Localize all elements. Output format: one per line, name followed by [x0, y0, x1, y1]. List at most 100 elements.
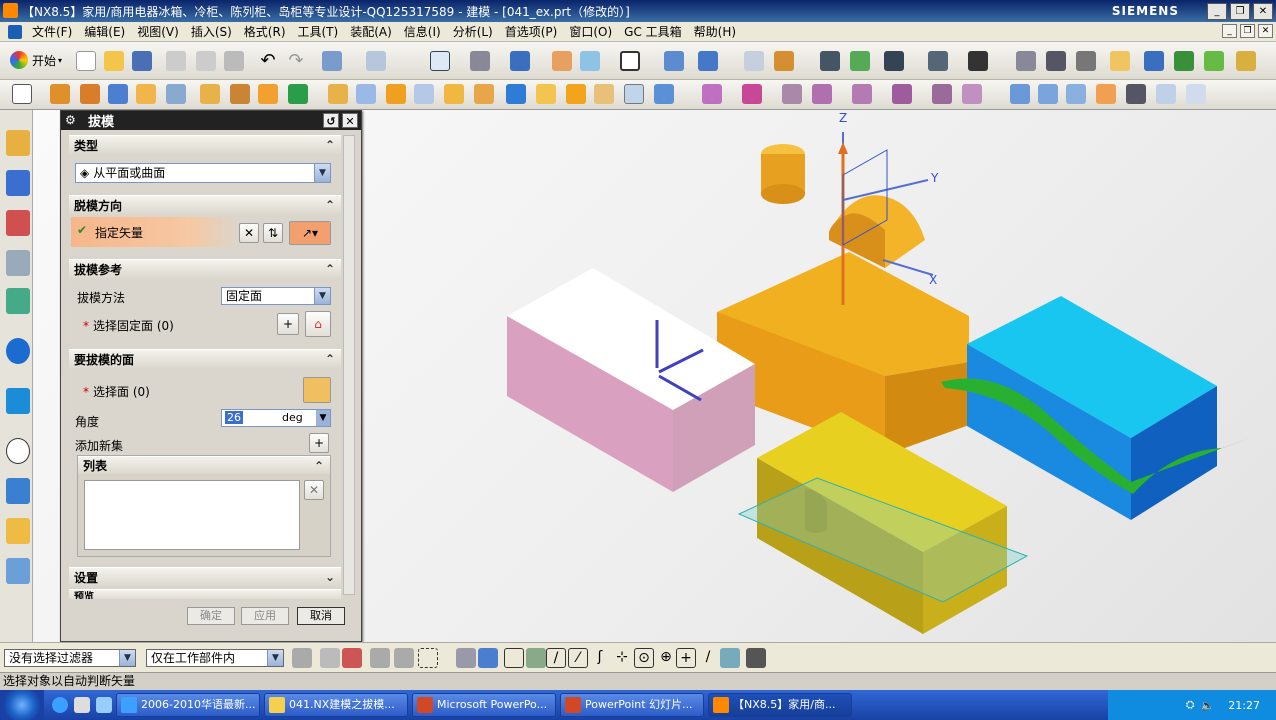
- snap-icon-3[interactable]: [504, 648, 524, 668]
- assembly-navigator-icon[interactable]: [6, 130, 30, 156]
- sphere-icon[interactable]: [166, 84, 186, 104]
- copy-icon[interactable]: [196, 51, 216, 71]
- open-folder-icon[interactable]: [104, 51, 124, 71]
- ok-button[interactable]: 确定: [187, 607, 235, 625]
- cut-icon[interactable]: [166, 51, 186, 71]
- menu-analysis[interactable]: 分析(L): [447, 23, 499, 40]
- block-icon[interactable]: [108, 84, 128, 104]
- select-face[interactable]: * 选择面 (0): [83, 383, 150, 400]
- existing-point-icon[interactable]: +: [676, 648, 696, 668]
- shell-icon[interactable]: [594, 84, 614, 104]
- filter-icon-1[interactable]: [292, 648, 312, 668]
- intersection-icon[interactable]: ⊹: [612, 648, 632, 668]
- background-icon[interactable]: [620, 51, 640, 71]
- gear-icon[interactable]: ⚙: [65, 114, 78, 127]
- doc-minimize-button[interactable]: _: [1222, 24, 1237, 38]
- layer-icon[interactable]: [552, 51, 572, 71]
- snap-icon[interactable]: [820, 51, 840, 71]
- tool-icon-3[interactable]: [1204, 51, 1224, 71]
- menu-help[interactable]: 帮助(H): [688, 23, 742, 40]
- offset-face-icon[interactable]: [474, 84, 494, 104]
- split-body-icon[interactable]: [444, 84, 464, 104]
- wcs-icon[interactable]: [698, 51, 718, 71]
- shaded-cube-icon[interactable]: [510, 51, 530, 71]
- revolve-icon[interactable]: [80, 84, 100, 104]
- dialog-scrollbar[interactable]: [343, 135, 355, 595]
- control-point-icon[interactable]: ʃ: [590, 648, 610, 668]
- redo-icon[interactable]: ↷: [286, 51, 306, 71]
- desktop-icon[interactable]: [74, 697, 90, 713]
- surface-icon-1[interactable]: [1010, 84, 1030, 104]
- subtract-icon[interactable]: [356, 84, 376, 104]
- render-style-icon[interactable]: [322, 51, 342, 71]
- filter-icon-4[interactable]: [370, 648, 390, 668]
- extrude-icon[interactable]: [50, 84, 70, 104]
- dialog-close-button[interactable]: ✕: [342, 113, 358, 128]
- face-cube-icon[interactable]: [303, 377, 331, 403]
- task-item-2[interactable]: 041.NX建模之拔模...: [264, 693, 408, 717]
- face-blend-icon[interactable]: [566, 84, 586, 104]
- draft-method-select[interactable]: 固定面 ▼: [221, 287, 331, 305]
- dimension-icon[interactable]: [968, 51, 988, 71]
- move-object-icon[interactable]: [664, 51, 684, 71]
- history-icon[interactable]: [6, 388, 30, 414]
- resize-icon[interactable]: [892, 84, 912, 104]
- add-set-button[interactable]: +: [309, 433, 329, 453]
- arc-center-icon[interactable]: ⊙: [634, 648, 654, 668]
- apply-button[interactable]: 应用: [241, 607, 289, 625]
- frame-icon[interactable]: [1016, 51, 1036, 71]
- edit-section-icon[interactable]: [580, 51, 600, 71]
- stack-icon[interactable]: [1046, 51, 1066, 71]
- hole-icon[interactable]: [200, 84, 220, 104]
- part-navigator-icon[interactable]: [6, 210, 30, 236]
- list-box[interactable]: [84, 480, 300, 550]
- reset-icon[interactable]: ↺: [323, 113, 339, 128]
- mirror-icon[interactable]: [742, 84, 762, 104]
- direction-section-header[interactable]: 脱模方向 ⌃: [69, 195, 341, 214]
- trim-body-icon[interactable]: [414, 84, 434, 104]
- task-item-4[interactable]: PowerPoint 幻灯片...: [560, 693, 704, 717]
- hd3d-icon[interactable]: [6, 288, 30, 314]
- reverse-direction-button[interactable]: ⇅: [263, 223, 283, 243]
- snap-icon-2[interactable]: [478, 648, 498, 668]
- surface-icon-4[interactable]: [1096, 84, 1116, 104]
- preview-section-header[interactable]: 预览: [69, 589, 341, 599]
- pad-icon[interactable]: [288, 84, 308, 104]
- scope-select[interactable]: 仅在工作部件内 ▼: [146, 649, 284, 667]
- process-studio-icon[interactable]: [6, 518, 30, 544]
- faces-section-header[interactable]: 要拔模的面 ⌃: [69, 349, 341, 368]
- reuse-library-icon[interactable]: [6, 250, 30, 276]
- menu-gc-toolbox[interactable]: GC 工具箱: [618, 23, 688, 40]
- chamfer-icon[interactable]: [536, 84, 556, 104]
- menu-edit[interactable]: 编辑(E): [78, 23, 131, 40]
- unite-icon[interactable]: [328, 84, 348, 104]
- snap-icon-1[interactable]: [456, 648, 476, 668]
- selection-filter-select[interactable]: 没有选择过滤器 ▼: [4, 649, 136, 667]
- menu-preferences[interactable]: 首选项(P): [499, 23, 564, 40]
- clock-icon[interactable]: [6, 438, 30, 464]
- pattern-icon[interactable]: [702, 84, 722, 104]
- olive-block[interactable]: [737, 412, 1029, 634]
- reference-section-header[interactable]: 拔模参考 ⌃: [69, 259, 341, 278]
- ie-icon[interactable]: [52, 697, 68, 713]
- type-section-header[interactable]: 类型 ⌃: [69, 135, 341, 154]
- doc-close-button[interactable]: ✕: [1258, 24, 1273, 38]
- clock[interactable]: 21:27: [1228, 699, 1260, 712]
- surface-icon-3[interactable]: [1066, 84, 1086, 104]
- paste-icon[interactable]: [224, 51, 244, 71]
- box-select-icon[interactable]: [418, 648, 438, 668]
- blue-block[interactable]: [941, 296, 1255, 520]
- note-icon[interactable]: [1110, 51, 1130, 71]
- fixed-face-icon[interactable]: ⌂: [305, 311, 331, 337]
- curve-icon-1[interactable]: [1126, 84, 1146, 104]
- pink-block[interactable]: [507, 268, 755, 492]
- add-plane-icon[interactable]: +: [277, 313, 299, 335]
- task-item-3[interactable]: Microsoft PowerPo...: [412, 693, 556, 717]
- type-select[interactable]: ◈ 从平面或曲面 ▼: [75, 163, 331, 183]
- sketch-icon[interactable]: [12, 84, 32, 104]
- explorer-icon[interactable]: [96, 697, 112, 713]
- point-on-curve-icon[interactable]: /: [698, 648, 718, 668]
- system-materials-icon[interactable]: [6, 478, 30, 504]
- select-fixed-face[interactable]: * 选择固定面 (0): [83, 317, 174, 334]
- undo-icon[interactable]: ↶: [258, 51, 278, 71]
